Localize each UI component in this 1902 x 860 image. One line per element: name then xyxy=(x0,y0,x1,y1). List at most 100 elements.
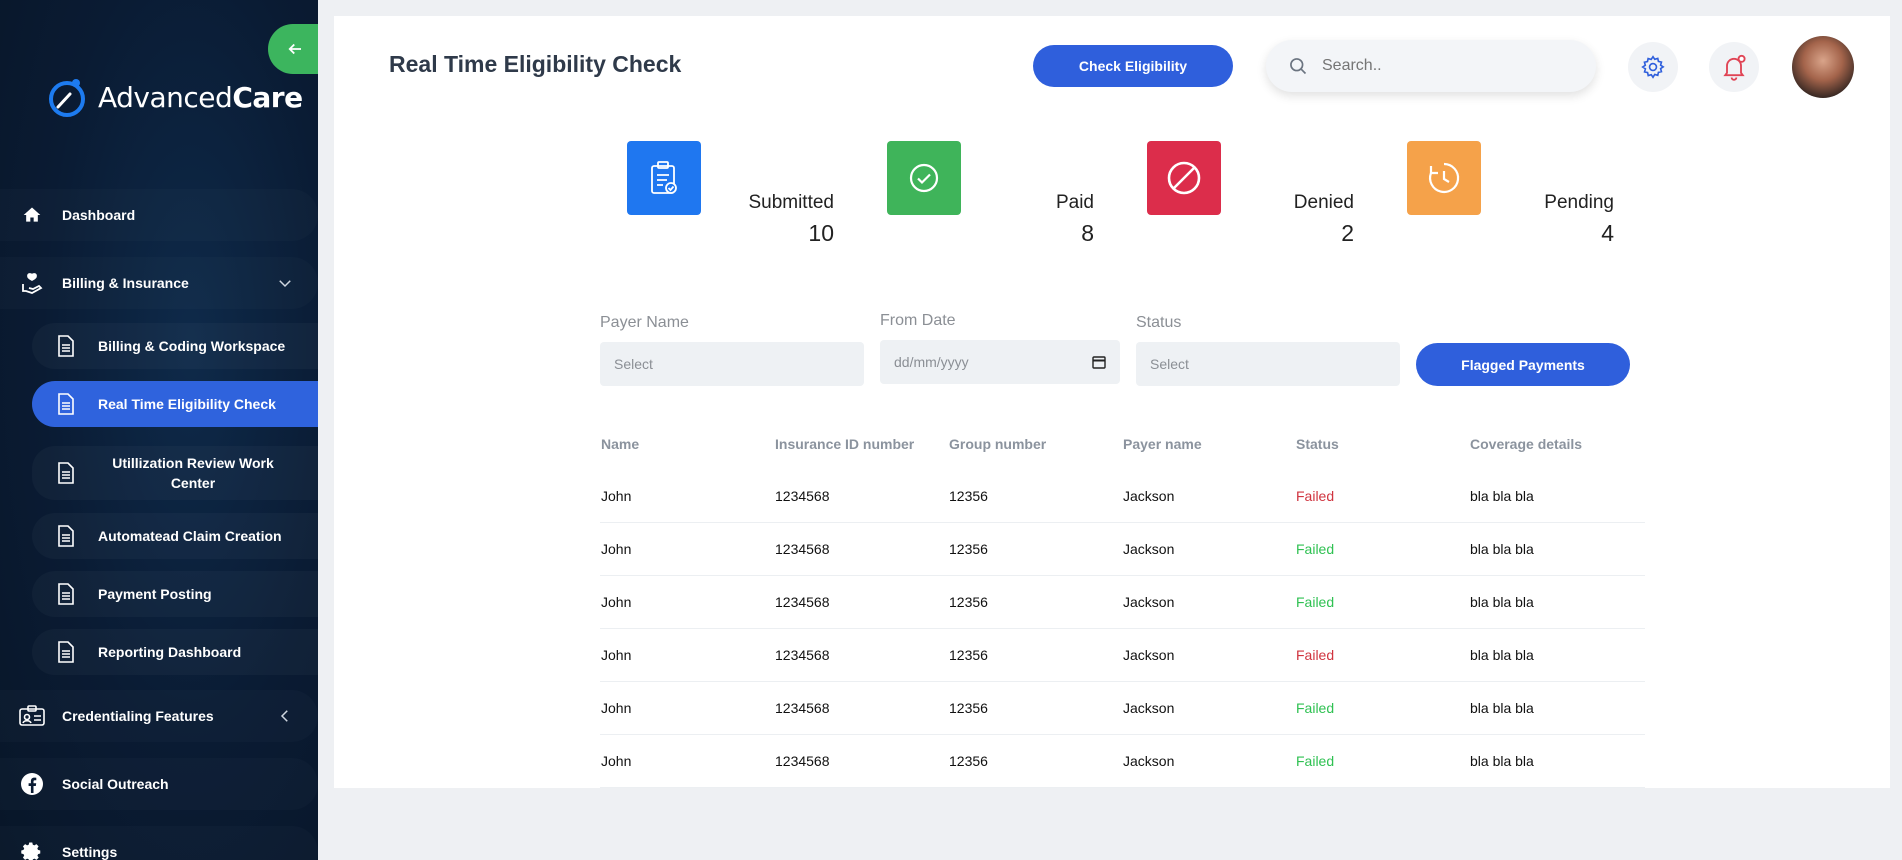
settings-button[interactable] xyxy=(1628,42,1678,92)
sidebar-item-label: Settings xyxy=(62,844,118,860)
payer-name-label: Payer Name xyxy=(600,314,689,331)
sidebar-item-credentialing-features[interactable]: Credentialing Features xyxy=(0,690,318,742)
search-input[interactable] xyxy=(1322,57,1542,75)
sidebar-item-label: Utillization Review Work Center xyxy=(112,455,274,491)
page-title: Real Time Eligibility Check xyxy=(389,51,682,77)
cell-payer: Jackson xyxy=(1123,594,1175,610)
sidebar-item-label: Credentialing Features xyxy=(62,708,214,724)
facebook-icon xyxy=(18,770,46,798)
cell-insurance-id: 1234568 xyxy=(775,700,830,716)
collapse-sidebar-button[interactable] xyxy=(268,24,318,74)
sidebar-item-utilization-review[interactable]: Utillization Review Work Center xyxy=(32,446,318,500)
sidebar-item-label: Payment Posting xyxy=(98,586,212,602)
cell-group: 12356 xyxy=(949,700,988,716)
stat-value-pending: 4 xyxy=(1601,220,1614,246)
column-header-payer-name: Payer name xyxy=(1123,436,1202,452)
sidebar-item-automated-claim-creation[interactable]: Automatead Claim Creation xyxy=(32,513,318,559)
cell-status: Failed xyxy=(1296,488,1335,504)
cell-name: John xyxy=(601,488,632,504)
notifications-button[interactable] xyxy=(1709,42,1759,92)
sidebar-item-billing-coding-workspace[interactable]: Billing & Coding Workspace xyxy=(32,323,318,369)
ban-icon xyxy=(1167,161,1201,195)
search-bar[interactable] xyxy=(1266,40,1596,92)
cell-name: John xyxy=(601,541,632,557)
clock-icon xyxy=(1429,162,1460,194)
sidebar-item-payment-posting[interactable]: Payment Posting xyxy=(32,571,318,617)
cell-name: John xyxy=(601,647,632,663)
avatar[interactable] xyxy=(1792,36,1854,98)
sidebar-item-label: Reporting Dashboard xyxy=(98,644,242,660)
table-row[interactable]: John 1234568 12356 Jackson Failed bla bla bla xyxy=(600,735,1645,788)
table-row[interactable]: John 1234568 12356 Jackson Failed bla bla bla xyxy=(600,682,1645,735)
from-date-value: dd/mm/yyyy xyxy=(894,354,969,370)
cell-group: 12356 xyxy=(949,541,988,557)
status-select[interactable]: Select xyxy=(1136,342,1400,386)
cell-insurance-id: 1234568 xyxy=(775,594,830,610)
cell-group: 12356 xyxy=(949,594,988,610)
table-row[interactable]: John 1234568 12356 Jackson Failed bla bla bla xyxy=(600,576,1645,629)
sidebar-item-dashboard[interactable]: Dashboard xyxy=(0,189,318,241)
from-date-input[interactable]: dd/mm/yyyy xyxy=(880,340,1120,384)
chevron-down-icon xyxy=(276,274,294,292)
from-date-label: From Date xyxy=(880,312,956,329)
logo-mark-icon xyxy=(49,79,85,117)
document-icon xyxy=(52,580,80,608)
check-eligibility-button[interactable]: Check Eligibility xyxy=(1033,45,1233,87)
stat-label-denied: Denied xyxy=(1293,192,1354,213)
stat-label-submitted: Submitted xyxy=(748,192,834,213)
cell-coverage: bla bla bla xyxy=(1470,594,1534,610)
sidebar-item-label: Automatead Claim Creation xyxy=(98,528,282,544)
document-icon xyxy=(52,638,80,666)
cell-status: Failed xyxy=(1296,647,1335,663)
sidebar-item-billing-insurance[interactable]: Billing & Insurance xyxy=(0,257,318,309)
cell-payer: Jackson xyxy=(1123,647,1175,663)
check-circle-icon xyxy=(909,163,939,193)
sidebar-item-settings[interactable]: Settings xyxy=(0,826,318,860)
gear-icon xyxy=(1641,55,1665,79)
search-icon xyxy=(1290,58,1307,75)
document-icon xyxy=(52,390,80,418)
cell-name: John xyxy=(601,594,632,610)
status-label: Status xyxy=(1136,314,1182,331)
cell-status: Failed xyxy=(1296,753,1335,769)
cell-coverage: bla bla bla xyxy=(1470,541,1534,557)
stat-value-submitted: 10 xyxy=(808,220,834,246)
chevron-left-icon xyxy=(276,707,294,725)
column-header-coverage-details: Coverage details xyxy=(1470,436,1583,452)
table-row[interactable]: John 1234568 12356 Jackson Failed bla bla bla xyxy=(600,523,1645,576)
flagged-payments-button[interactable]: Flagged Payments xyxy=(1416,343,1630,386)
cell-insurance-id: 1234568 xyxy=(775,488,830,504)
logo[interactable]: AdvancedCare xyxy=(46,74,303,120)
logo-text: AdvancedCare xyxy=(98,80,303,114)
calendar-icon xyxy=(1092,356,1106,369)
sidebar-item-label: Real Time Eligibility Check xyxy=(98,396,276,412)
cell-name: John xyxy=(601,700,632,716)
cell-status: Failed xyxy=(1296,541,1335,557)
stat-value-denied: 2 xyxy=(1341,220,1354,246)
stat-label-pending: Pending xyxy=(1544,192,1614,213)
sidebar-item-reporting-dashboard[interactable]: Reporting Dashboard xyxy=(32,629,318,675)
cell-name: John xyxy=(601,753,632,769)
table-row[interactable]: John 1234568 12356 Jackson Failed bla bla bla xyxy=(600,470,1645,523)
id-card-icon xyxy=(18,702,46,730)
arrow-left-icon xyxy=(288,43,301,55)
cell-insurance-id: 1234568 xyxy=(775,647,830,663)
sidebar-item-real-time-eligibility-check[interactable]: Real Time Eligibility Check xyxy=(32,381,318,427)
document-icon xyxy=(52,522,80,550)
payer-name-select[interactable]: Select xyxy=(600,342,864,386)
hand-heart-icon xyxy=(18,269,46,297)
table-row[interactable]: John 1234568 12356 Jackson Failed bla bla bla xyxy=(600,629,1645,682)
column-header-status: Status xyxy=(1296,436,1339,452)
cell-coverage: bla bla bla xyxy=(1470,700,1534,716)
cell-coverage: bla bla bla xyxy=(1470,488,1534,504)
clipboard-check-icon xyxy=(651,161,677,194)
sidebar-item-label: Billing & Insurance xyxy=(62,275,189,291)
sidebar-item-social-outreach[interactable]: Social Outreach xyxy=(0,758,318,810)
cell-group: 12356 xyxy=(949,753,988,769)
stat-value-paid: 8 xyxy=(1081,220,1094,246)
cell-payer: Jackson xyxy=(1123,700,1175,716)
stat-label-paid: Paid xyxy=(1055,192,1094,213)
column-header-insurance-id: Insurance ID number xyxy=(775,436,915,452)
column-header-name: Name xyxy=(601,436,640,452)
cell-insurance-id: 1234568 xyxy=(775,753,830,769)
